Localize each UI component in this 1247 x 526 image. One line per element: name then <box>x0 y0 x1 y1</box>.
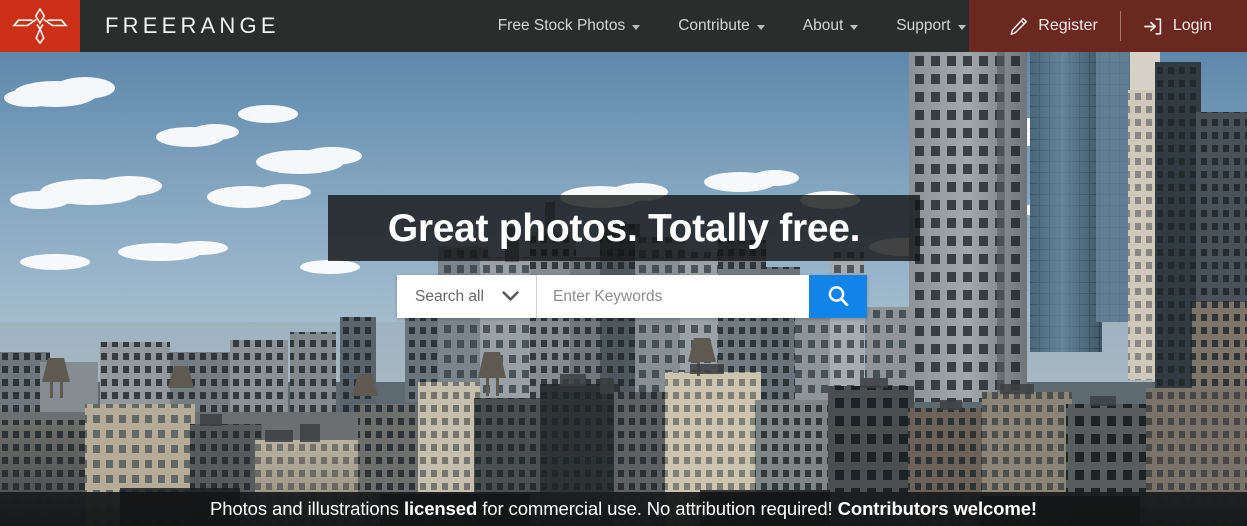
page-title: Great photos. Totally free. <box>387 206 861 250</box>
nav-item-contribute[interactable]: Contribute <box>678 17 765 35</box>
chevron-down-icon <box>756 25 765 30</box>
site-header: FREERANGE Free Stock Photos Contribute A… <box>0 0 1247 52</box>
tagline-text: Photos and illustrations licensed for co… <box>210 498 1037 520</box>
search-category-label: Search all <box>415 287 484 305</box>
freerange-bird-logo-icon <box>12 7 68 45</box>
headline-part-1: Great photos. <box>387 206 638 250</box>
logo-button[interactable] <box>0 0 80 52</box>
pencil-icon <box>1010 17 1028 35</box>
register-label: Register <box>1038 17 1098 34</box>
main-navigation: Free Stock Photos Contribute About Suppo… <box>498 0 966 52</box>
search-category-select[interactable]: Search all <box>397 275 537 318</box>
hero-banner: Great photos. Totally free. Search all P… <box>0 52 1247 526</box>
chevron-down-icon <box>502 291 519 301</box>
nav-item-about[interactable]: About <box>803 17 859 35</box>
auth-divider <box>1119 11 1121 41</box>
search-input[interactable] <box>537 275 809 318</box>
headline-part-2: Totally free. <box>648 206 861 250</box>
nav-item-free-stock-photos[interactable]: Free Stock Photos <box>498 17 641 35</box>
register-button[interactable]: Register <box>993 17 1114 36</box>
search-icon <box>828 286 848 307</box>
tagline-bold-licensed: licensed <box>403 498 478 519</box>
login-label: Login <box>1172 17 1212 34</box>
sign-in-icon <box>1143 17 1162 35</box>
hero-headline-overlay: Great photos. Totally free. <box>328 195 920 261</box>
search-button[interactable] <box>809 275 867 318</box>
auth-actions: Register Login <box>969 0 1247 52</box>
bottom-tagline-banner: Photos and illustrations licensed for co… <box>0 492 1247 526</box>
nav-label: Contribute <box>678 17 750 34</box>
chevron-down-icon <box>957 25 966 30</box>
nav-label: Free Stock Photos <box>497 17 626 34</box>
tagline-segment-2: for commercial use. No attribution requi… <box>477 498 838 519</box>
search-bar: Search all <box>397 275 867 318</box>
brand-wordmark[interactable]: FREERANGE <box>105 13 280 39</box>
chevron-down-icon <box>850 25 859 30</box>
nav-label: About <box>802 17 844 34</box>
nav-item-support[interactable]: Support <box>896 17 966 35</box>
page-root: Great photos. Totally free. Search all P… <box>0 0 1247 526</box>
tagline-bold-contributors: Contributors welcome! <box>837 498 1037 519</box>
tagline-segment-1: Photos and illustrations <box>210 498 404 519</box>
nav-label: Support <box>896 17 951 34</box>
chevron-down-icon <box>632 25 641 30</box>
login-button[interactable]: Login <box>1127 17 1228 36</box>
